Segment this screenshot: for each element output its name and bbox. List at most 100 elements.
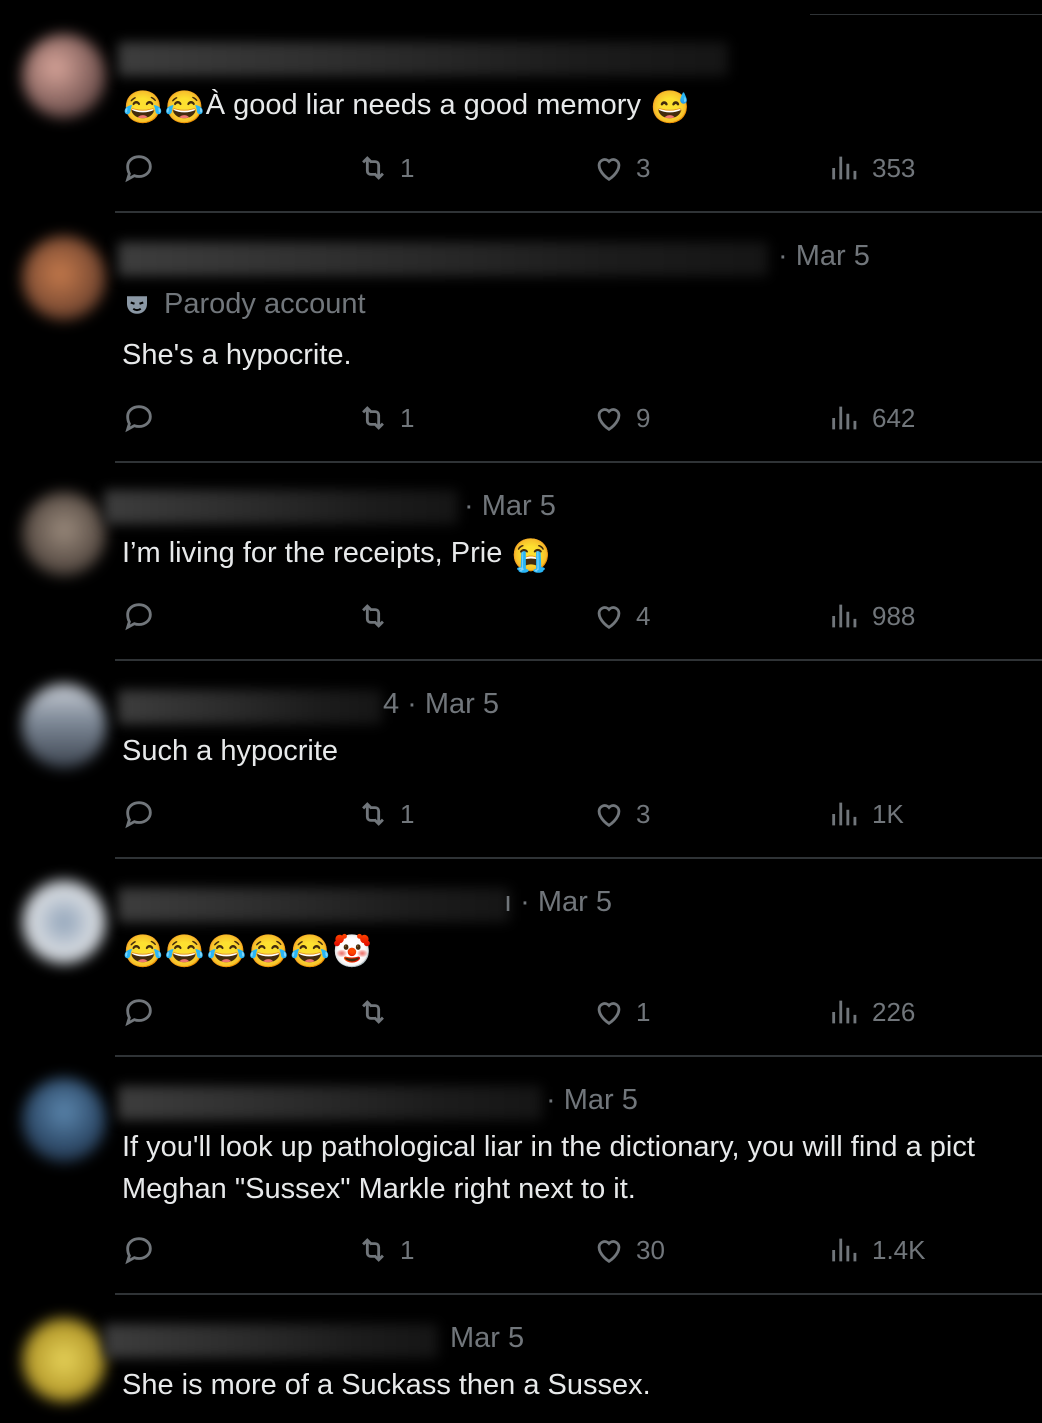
reply-timestamp[interactable]: · Mar 5 bbox=[464, 490, 556, 523]
repost-button[interactable] bbox=[356, 992, 400, 1032]
reply-icon bbox=[125, 801, 152, 829]
views-button[interactable]: 1K bbox=[828, 794, 904, 834]
repost-count: 1 bbox=[400, 1234, 415, 1265]
avatar[interactable] bbox=[22, 1318, 106, 1402]
blurred-username bbox=[118, 1086, 542, 1120]
views-count: 642 bbox=[872, 402, 916, 433]
views-count: 353 bbox=[872, 152, 916, 183]
repost-icon bbox=[362, 1000, 384, 1024]
divider bbox=[115, 461, 1042, 463]
like-count: 30 bbox=[636, 1234, 665, 1265]
reply-text: She is more of a Suckass then a Sussex. bbox=[122, 1369, 651, 1401]
like-icon bbox=[597, 606, 621, 630]
views-count: 988 bbox=[872, 600, 916, 631]
repost-button[interactable]: 1 bbox=[356, 398, 414, 438]
repost-icon bbox=[362, 604, 384, 628]
action-bar: 1 226 bbox=[122, 992, 1022, 1032]
reply-text-line-1: If you'll look up pathological liar in t… bbox=[122, 1131, 975, 1163]
reply-button[interactable] bbox=[122, 1230, 156, 1270]
views-icon bbox=[832, 156, 857, 180]
like-button[interactable]: 4 bbox=[592, 596, 650, 636]
reply-icon bbox=[125, 405, 152, 433]
reply-button[interactable] bbox=[122, 596, 156, 636]
repost-icon bbox=[362, 156, 384, 180]
blurred-username bbox=[118, 242, 768, 276]
reply-text-line-2: Meghan "Sussex" Markle right next to it. bbox=[122, 1173, 636, 1205]
reply-timestamp[interactable]: ı · Mar 5 bbox=[504, 886, 612, 919]
avatar[interactable] bbox=[22, 236, 106, 320]
reply-icon bbox=[125, 1237, 152, 1265]
views-button[interactable]: 1.4K bbox=[828, 1230, 926, 1270]
views-button[interactable]: 226 bbox=[828, 992, 915, 1032]
parody-mask-icon bbox=[127, 295, 147, 314]
like-count: 1 bbox=[636, 996, 651, 1027]
views-icon bbox=[832, 604, 857, 628]
divider bbox=[115, 1293, 1042, 1295]
action-bar: 1 30 1.4K bbox=[122, 1230, 1022, 1270]
reply-text: Such a hypocrite bbox=[122, 735, 339, 767]
reply-emoji-line: 😂😂😂😂😂🤡 bbox=[123, 933, 373, 969]
reply-timestamp[interactable]: Mar 5 bbox=[450, 1322, 524, 1355]
reply-text: She's a hypocrite. bbox=[122, 339, 352, 371]
avatar[interactable] bbox=[22, 34, 106, 118]
views-icon bbox=[832, 406, 857, 430]
views-count: 226 bbox=[872, 996, 916, 1027]
views-button[interactable]: 988 bbox=[828, 596, 915, 636]
repost-count: 1 bbox=[400, 152, 415, 183]
divider bbox=[115, 211, 1042, 213]
avatar[interactable] bbox=[22, 492, 106, 576]
blurred-username bbox=[104, 490, 458, 524]
reply-timestamp[interactable]: · Mar 5 bbox=[546, 1084, 638, 1117]
reply-button[interactable] bbox=[122, 398, 156, 438]
repost-button[interactable] bbox=[356, 596, 400, 636]
avatar[interactable] bbox=[22, 1078, 106, 1162]
blurred-username bbox=[118, 690, 382, 724]
like-button[interactable]: 3 bbox=[592, 794, 650, 834]
avatar[interactable] bbox=[22, 880, 106, 964]
repost-button[interactable]: 1 bbox=[356, 148, 414, 188]
views-button[interactable]: 353 bbox=[828, 148, 915, 188]
views-count: 1.4K bbox=[872, 1234, 926, 1265]
like-icon bbox=[597, 804, 621, 828]
views-icon bbox=[832, 1000, 857, 1024]
like-button[interactable]: 3 bbox=[592, 148, 650, 188]
like-count: 3 bbox=[636, 798, 651, 829]
reply-text: I’m living for the receipts, Prie 😭 bbox=[122, 537, 552, 573]
action-bar: 1 3 353 bbox=[122, 148, 1022, 188]
divider bbox=[115, 659, 1042, 661]
blurred-username bbox=[118, 42, 728, 76]
like-icon bbox=[597, 158, 621, 182]
repost-count: 1 bbox=[400, 798, 415, 829]
avatar[interactable] bbox=[22, 684, 106, 768]
reply-button[interactable] bbox=[122, 992, 156, 1032]
like-button[interactable]: 30 bbox=[592, 1230, 665, 1270]
like-count: 3 bbox=[636, 152, 651, 183]
reply-icon bbox=[125, 999, 152, 1027]
reply-text: 😂😂À good liar needs a good memory 😅 bbox=[123, 89, 690, 125]
action-bar: 1 3 1K bbox=[122, 794, 1022, 834]
top-divider bbox=[810, 14, 1042, 15]
reply-icon bbox=[125, 155, 152, 183]
views-icon bbox=[832, 1238, 857, 1262]
blurred-username bbox=[118, 888, 510, 922]
repost-icon bbox=[362, 1238, 384, 1262]
reply-timestamp[interactable]: · Mar 5 bbox=[778, 240, 870, 273]
repost-icon bbox=[362, 406, 384, 430]
blurred-username bbox=[104, 1324, 438, 1358]
reply-button[interactable] bbox=[122, 148, 156, 188]
like-button[interactable]: 1 bbox=[592, 992, 650, 1032]
reply-icon bbox=[125, 603, 152, 631]
reply-button[interactable] bbox=[122, 794, 156, 834]
parody-label: Parody account bbox=[122, 288, 366, 321]
repost-button[interactable]: 1 bbox=[356, 794, 414, 834]
views-icon bbox=[832, 802, 857, 826]
like-icon bbox=[597, 1002, 621, 1026]
views-button[interactable]: 642 bbox=[828, 398, 915, 438]
like-count: 9 bbox=[636, 402, 651, 433]
action-bar: 4 988 bbox=[122, 596, 1022, 636]
like-button[interactable]: 9 bbox=[592, 398, 650, 438]
repost-button[interactable]: 1 bbox=[356, 1230, 414, 1270]
divider bbox=[115, 857, 1042, 859]
reply-timestamp[interactable]: 4 · Mar 5 bbox=[383, 688, 499, 721]
like-count: 4 bbox=[636, 600, 651, 631]
